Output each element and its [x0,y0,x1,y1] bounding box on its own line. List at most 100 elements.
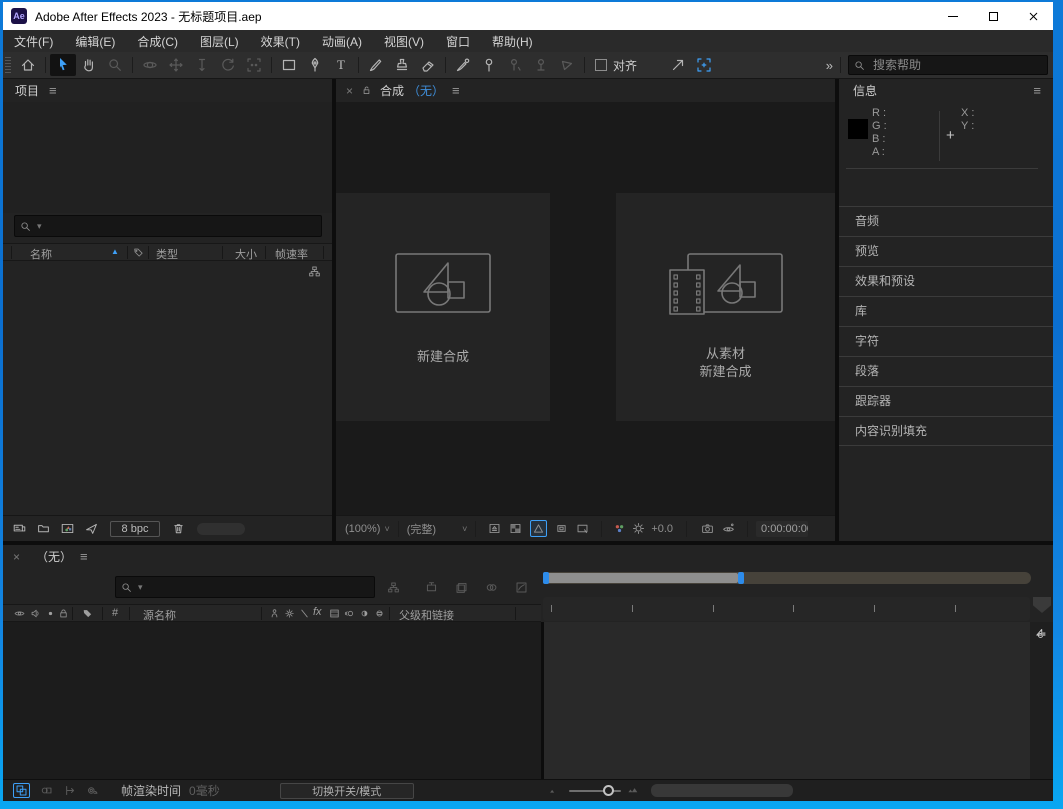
label-tag-icon[interactable] [82,608,93,619]
quality-icon[interactable] [299,608,310,619]
pan-camera-tool[interactable] [163,54,189,76]
clone-stamp-tool[interactable] [389,54,415,76]
snap-checkbox[interactable] [595,59,607,71]
rotate-tool[interactable] [215,54,241,76]
home-tool[interactable] [15,54,41,76]
menu-edit[interactable]: 编辑(E) [64,33,126,50]
unlock-icon[interactable] [361,85,372,96]
snap-toggle[interactable]: 对齐 [595,57,637,74]
zoom-bar-right-handle[interactable] [738,572,744,584]
zoom-in-mountains-icon[interactable] [627,784,638,795]
composition-panel-menu-icon[interactable]: ≡ [452,83,460,98]
panel-tab-tracker[interactable]: 跟踪器 [839,386,1053,416]
motion-blur-icon[interactable] [485,581,498,594]
layer-list-area[interactable] [3,622,541,779]
toolbar-overflow-chevron[interactable]: » [826,58,833,73]
show-snapshot-eye-icon[interactable] [722,522,735,535]
maximize-button[interactable] [973,2,1013,30]
column-name[interactable]: 名称 [30,246,52,262]
video-eye-icon[interactable] [14,608,25,619]
project-settings-icon[interactable] [85,522,98,535]
roto-brush-tool[interactable] [450,54,476,76]
toolbar-grip[interactable] [5,57,11,73]
puppet-pin-tool[interactable] [476,54,502,76]
type-tool[interactable]: T [328,54,354,76]
shy-icon[interactable] [269,608,280,619]
fx-icon[interactable]: fx [313,606,322,618]
puppet-tool-alt-3[interactable] [554,54,580,76]
trash-icon[interactable] [172,522,185,535]
pixel-aspect-icon[interactable] [576,522,589,535]
dolly-camera-tool[interactable] [189,54,215,76]
panel-tab-preview[interactable]: 预览 [839,236,1053,266]
menu-effect[interactable]: 效果(T) [250,33,311,50]
puppet-tool-alt-1[interactable] [502,54,528,76]
column-type[interactable]: 类型 [156,246,178,262]
snapshot-camera-icon[interactable] [701,522,714,535]
close-tab-icon[interactable]: × [346,84,353,98]
minimize-button[interactable] [933,2,973,30]
track-area[interactable] [544,622,1030,779]
column-frame-rate[interactable]: 帧速率 [275,246,308,262]
exposure-reset-icon[interactable] [632,522,645,535]
menu-file[interactable]: 文件(F) [3,33,64,50]
new-composition-card[interactable]: 新建合成 [336,193,550,421]
magnification-dropdown[interactable]: (100%) [345,523,380,535]
transfer-controls-pane-icon[interactable] [40,784,53,797]
zoom-out-mountain-icon[interactable] [548,785,559,796]
mini-flowchart-icon[interactable] [387,581,400,594]
pen-tool[interactable] [302,54,328,76]
help-search-input[interactable] [871,57,1042,73]
close-button[interactable] [1013,2,1053,30]
column-index[interactable]: # [112,607,118,619]
menu-window[interactable]: 窗口 [435,33,481,50]
project-tab[interactable]: 项目 ≡ [3,79,332,102]
eraser-tool[interactable] [415,54,441,76]
timeline-hscrollbar[interactable] [651,784,793,797]
rectangle-tool[interactable] [276,54,302,76]
menu-composition[interactable]: 合成(C) [126,33,189,50]
project-flowchart-icon[interactable] [308,265,321,278]
grid-guides-icon[interactable] [488,522,501,535]
hand-tool[interactable] [76,54,102,76]
zoom-bar-region[interactable] [546,573,738,583]
panel-tab-audio[interactable]: 音频 [839,206,1053,236]
timeline-tab[interactable]: × （无） ≡ [3,545,1053,568]
help-search-box[interactable] [848,55,1048,75]
interpret-footage-icon[interactable] [13,522,26,535]
render-time-snail-icon[interactable] [86,784,99,797]
solo-icon[interactable] [45,608,56,619]
panel-tab-character[interactable]: 字符 [839,326,1053,356]
sort-ascending-icon[interactable]: ▲ [111,247,119,256]
timeline-search-box[interactable]: ▾ [115,576,375,598]
toggle-switches-modes-button[interactable]: 切换开关/模式 [280,783,414,799]
timeline-panel-menu-icon[interactable]: ≡ [80,549,88,564]
label-tag-icon[interactable] [133,247,144,258]
new-folder-icon[interactable] [37,522,50,535]
frame-blend-icon[interactable] [329,608,340,619]
color-depth-button[interactable]: 8 bpc [110,521,160,537]
panel-tab-paragraph[interactable]: 段落 [839,356,1053,386]
graph-editor-icon[interactable] [515,581,528,594]
column-source-name[interactable]: 源名称 [143,607,176,623]
composition-tab[interactable]: × 合成 （无） ≡ [336,79,835,102]
orbit-camera-tool[interactable] [137,54,163,76]
collapse-transform-icon[interactable] [284,608,295,619]
brush-tool[interactable] [363,54,389,76]
time-ruler[interactable] [543,597,1030,621]
transparency-grid-icon[interactable] [509,522,522,535]
layer-switches-pane-toggle[interactable] [13,783,30,798]
resolution-dropdown[interactable]: (完整) [407,521,436,537]
menu-animation[interactable]: 动画(A) [311,33,373,50]
project-panel-menu-icon[interactable]: ≡ [49,83,57,98]
project-search-input[interactable] [42,218,316,234]
mask-visibility-toggle[interactable] [530,520,547,537]
camera-tool[interactable] [241,54,267,76]
project-search-box[interactable]: ▾ [14,215,322,237]
project-hscrollbar[interactable] [197,523,245,535]
channels-rgb-icon[interactable] [613,522,626,535]
motion-blur-icon[interactable] [344,608,355,619]
draft-3d-icon[interactable] [425,581,438,594]
close-tab-icon[interactable]: × [13,550,20,564]
column-parent-link[interactable]: 父级和链接 [399,607,454,623]
